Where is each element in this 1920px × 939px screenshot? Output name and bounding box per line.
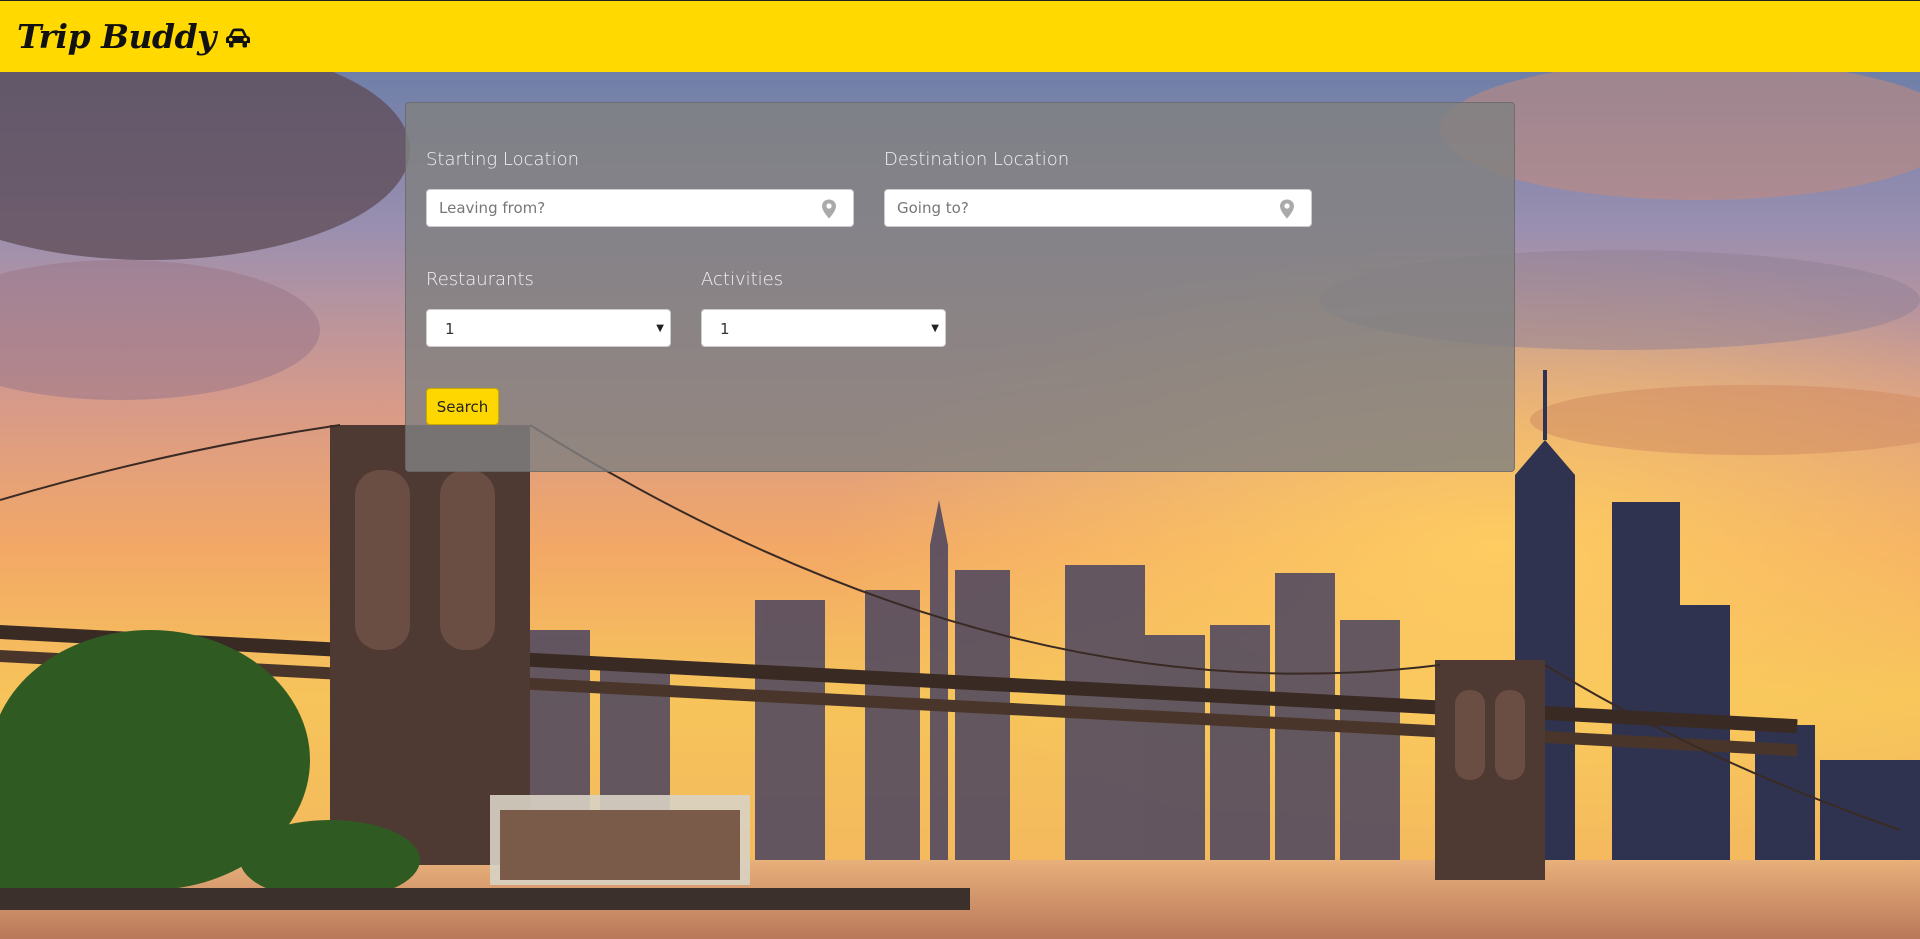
trip-search-form: Starting Location Destination Location R… — [405, 102, 1515, 472]
caret-down-icon: ▼ — [931, 323, 939, 334]
brand-name: Trip Buddy — [17, 17, 216, 56]
destination-location-label: Destination Location — [884, 149, 1070, 170]
search-button[interactable]: Search — [426, 388, 499, 425]
restaurants-label: Restaurants — [426, 269, 534, 290]
top-navbar: Trip Buddy — [0, 0, 1920, 72]
car-icon — [225, 28, 250, 47]
caret-down-icon: ▼ — [656, 323, 664, 334]
destination-location-field — [884, 189, 1312, 227]
starting-location-field — [426, 189, 854, 227]
starting-location-label: Starting Location — [426, 149, 580, 170]
map-pin-icon — [1280, 199, 1294, 219]
starting-location-input[interactable] — [427, 190, 853, 226]
activities-label: Activities — [701, 269, 784, 290]
brand-logo-link[interactable]: Trip Buddy — [17, 17, 252, 56]
map-pin-icon — [822, 199, 836, 219]
trip-buddy-page: Trip Buddy Starting Location Leaving fro… — [0, 0, 1920, 939]
restaurants-selected-value: 1 — [445, 320, 455, 338]
activities-selected-value: 1 — [720, 320, 730, 338]
activities-select[interactable]: 1 ▼ — [701, 309, 946, 347]
restaurants-select[interactable]: 1 ▼ — [426, 309, 671, 347]
destination-location-input[interactable] — [885, 190, 1311, 226]
